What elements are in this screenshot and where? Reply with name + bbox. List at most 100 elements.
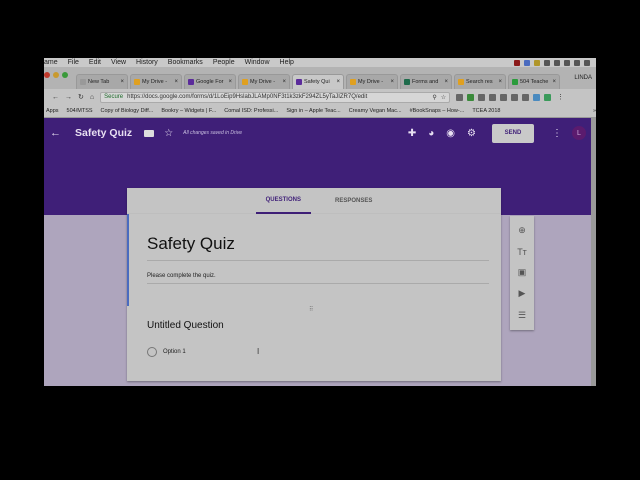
bookmarks-bar: Apps 504/MTSS Copy of Biology Diff... Bookr… <box>44 105 596 118</box>
menu-bookmarks[interactable]: Bookmarks <box>168 59 203 66</box>
addons-icon[interactable]: ✚ <box>408 128 416 139</box>
favicon-icon <box>296 79 302 85</box>
question-title-input[interactable]: Untitled Question <box>147 320 224 331</box>
add-section-icon[interactable]: ☰ <box>518 310 526 321</box>
browser-tab[interactable]: My Drive - × <box>346 74 398 89</box>
browser-tab[interactable]: 504 Teache × <box>508 74 560 89</box>
url-text: https://docs.google.com/forms/d/1LoEip9H… <box>127 94 368 100</box>
bookmark-star-icon[interactable]: ☆ <box>441 94 446 101</box>
scrollbar[interactable] <box>591 118 596 386</box>
bookmark-item[interactable]: Bookry – Widgets | F... <box>161 108 216 114</box>
close-tab-icon[interactable]: × <box>552 79 556 85</box>
browser-tab[interactable]: My Drive - × <box>130 74 182 89</box>
status-icons <box>514 59 596 66</box>
menu-history[interactable]: History <box>136 59 158 66</box>
browser-tab[interactable]: Search res × <box>454 74 506 89</box>
menu-help[interactable]: Help <box>280 59 294 66</box>
bookmark-item[interactable]: Copy of Biology Diff... <box>101 108 154 114</box>
bookmark-item[interactable]: Apps <box>46 108 59 114</box>
tab-label: My Drive - <box>358 79 384 85</box>
folder-icon[interactable] <box>144 129 155 137</box>
browser-tab[interactable]: Forms and × <box>400 74 452 89</box>
tab-label: New Tab <box>88 79 110 85</box>
close-tab-icon[interactable]: × <box>498 79 502 85</box>
form-name[interactable]: Safety Quiz <box>75 127 132 139</box>
add-image-icon[interactable]: ▣ <box>518 267 527 278</box>
favicon-icon <box>188 79 194 85</box>
tab-questions[interactable]: QUESTIONS <box>255 188 311 214</box>
add-title-icon[interactable]: Tт <box>517 247 527 257</box>
forward-icon[interactable]: → <box>65 94 72 101</box>
more-options-icon[interactable]: ⋮ <box>552 128 562 139</box>
back-arrow-icon[interactable]: ← <box>50 127 61 139</box>
close-tab-icon[interactable]: × <box>336 79 340 85</box>
home-icon[interactable]: ⌂ <box>90 94 94 101</box>
favicon-icon <box>512 79 518 85</box>
option-row[interactable]: Option 1 <box>147 347 186 357</box>
menu-people[interactable]: People <box>213 59 235 66</box>
avatar[interactable]: L <box>572 126 586 140</box>
profile-name[interactable]: LINDA <box>574 75 592 81</box>
back-icon[interactable]: ← <box>52 94 59 101</box>
option-label[interactable]: Option 1 <box>163 349 186 355</box>
browser-tab[interactable]: Google For × <box>184 74 236 89</box>
menu-window[interactable]: Window <box>245 59 270 66</box>
palette-icon[interactable]: ◕ <box>428 128 434 139</box>
close-tab-icon[interactable]: × <box>444 79 448 85</box>
extension-icons[interactable] <box>456 93 552 101</box>
preview-eye-icon[interactable]: ◉ <box>446 128 455 139</box>
window-controls[interactable] <box>44 72 68 78</box>
url-input[interactable]: Secure https://docs.google.com/forms/d/1… <box>100 91 451 103</box>
secure-label: Secure <box>104 94 124 100</box>
close-tab-icon[interactable]: × <box>228 79 232 85</box>
browser-window: ame File Edit View History Bookmarks Peo… <box>44 58 596 386</box>
favicon-icon <box>80 79 86 85</box>
tab-label: Forms and <box>412 79 439 85</box>
text-cursor-icon: I <box>257 347 260 356</box>
favicon-icon <box>350 79 356 85</box>
bookmark-item[interactable]: Creamy Vegan Mac... <box>349 108 402 114</box>
settings-gear-icon[interactable]: ⚙ <box>467 128 476 139</box>
browser-tab[interactable]: My Drive - × <box>238 74 290 89</box>
menu-file[interactable]: File <box>68 59 79 66</box>
browser-tab[interactable]: New Tab × <box>76 74 128 89</box>
save-status: All changes saved in Drive <box>183 130 243 136</box>
bookmark-item[interactable]: TCEA 2018 <box>472 108 500 114</box>
close-tab-icon[interactable]: × <box>120 79 124 85</box>
favicon-icon <box>404 79 410 85</box>
divider <box>147 283 489 284</box>
close-tab-icon[interactable]: × <box>282 79 286 85</box>
send-button[interactable]: SEND <box>492 123 534 143</box>
bookmark-item[interactable]: Comal ISD: Professi... <box>224 108 278 114</box>
tab-responses[interactable]: RESPONSES <box>335 188 372 214</box>
form-title-input[interactable]: Safety Quiz <box>147 234 235 254</box>
form-tabs: QUESTIONS RESPONSES <box>127 188 501 214</box>
favicon-icon <box>134 79 140 85</box>
close-tab-icon[interactable]: × <box>174 79 178 85</box>
browser-tab[interactable]: Safety Qui × <box>292 74 344 89</box>
add-video-icon[interactable]: ▶ <box>519 288 526 299</box>
tab-label: Search res <box>466 79 493 85</box>
tab-label: 504 Teache <box>520 79 549 85</box>
menu-app[interactable]: ame <box>44 59 58 66</box>
bookmark-item[interactable]: » <box>593 108 596 114</box>
bookmark-item[interactable]: #BookSnaps – How-... <box>410 108 465 114</box>
favicon-icon <box>242 79 248 85</box>
close-tab-icon[interactable]: × <box>390 79 394 85</box>
add-question-icon[interactable]: ⊕ <box>518 225 526 236</box>
form-description-input[interactable]: Please complete the quiz. <box>147 273 216 279</box>
zoom-icon[interactable]: ⚲ <box>432 94 436 101</box>
mac-menubar: ame File Edit View History Bookmarks Peo… <box>44 58 596 67</box>
menu-view[interactable]: View <box>111 59 126 66</box>
bookmark-item[interactable]: Sign in – Apple Teac... <box>286 108 340 114</box>
bookmark-item[interactable]: 504/MTSS <box>67 108 93 114</box>
star-icon[interactable]: ☆ <box>164 128 173 139</box>
reload-icon[interactable]: ↻ <box>78 93 84 101</box>
form-card: Safety Quiz Please complete the quiz. ⠿ … <box>127 214 501 381</box>
tab-label: Google For <box>196 79 224 85</box>
drag-handle-icon[interactable]: ⠿ <box>309 306 313 313</box>
question-toolbar: ⊕ Tт ▣ ▶ ☰ <box>510 216 534 330</box>
menu-edit[interactable]: Edit <box>89 59 101 66</box>
chrome-menu-icon[interactable]: ⋮ <box>557 93 564 101</box>
tab-label: My Drive - <box>250 79 276 85</box>
